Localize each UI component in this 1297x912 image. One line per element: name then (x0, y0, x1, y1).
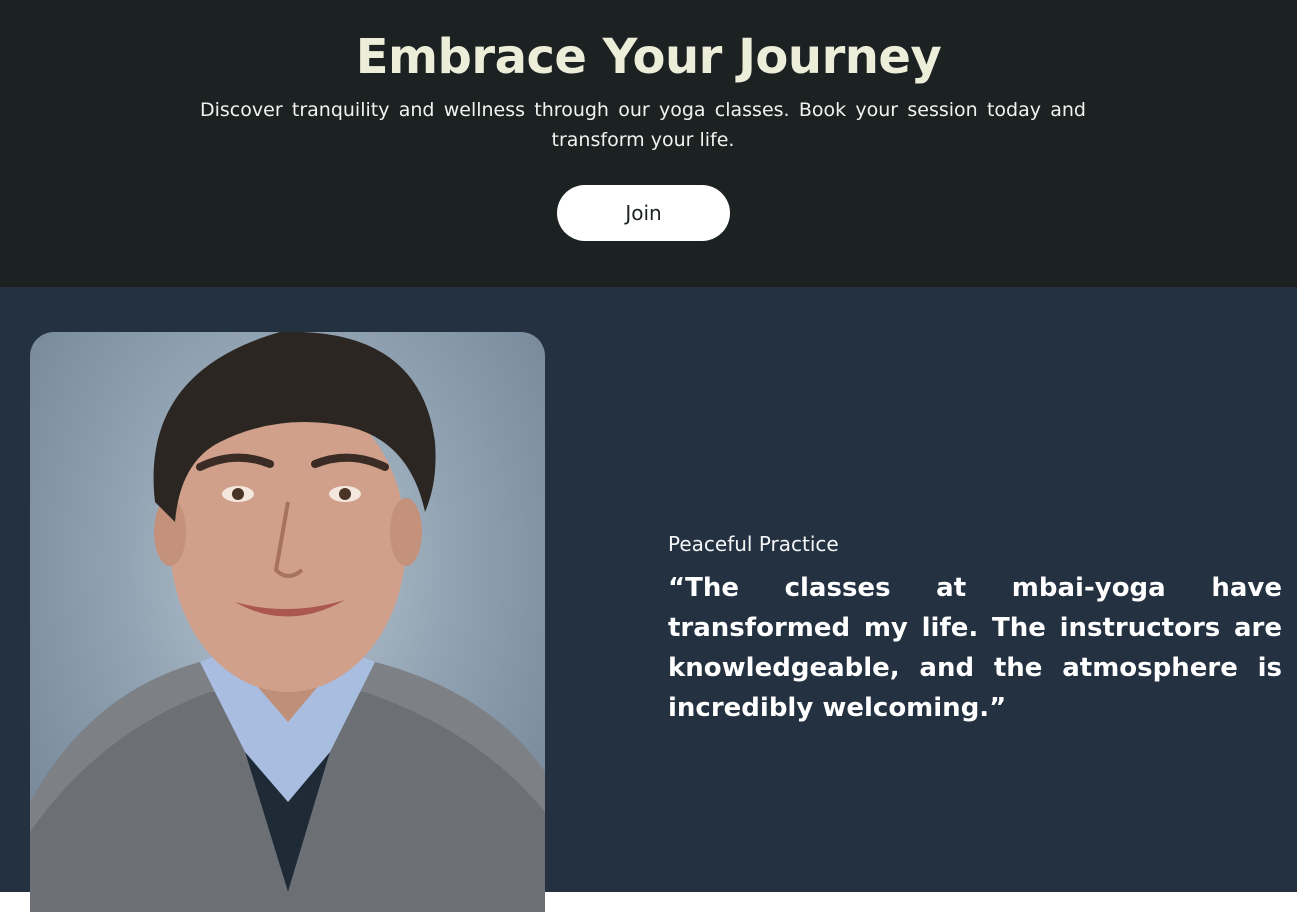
hero-title: Embrace Your Journey (355, 29, 942, 85)
join-button[interactable]: Join (557, 185, 730, 241)
testimonial-section: Peaceful Practice “The classes at mbai-y… (0, 287, 1297, 912)
person-portrait-icon (30, 332, 545, 912)
testimonial-photo (30, 332, 545, 912)
testimonial-label: Peaceful Practice (668, 532, 839, 556)
hero-section: Embrace Your Journey Discover tranquilit… (0, 0, 1297, 287)
testimonial-quote-block: Peaceful Practice “The classes at mbai-y… (668, 530, 1282, 728)
hero-subtitle: Discover tranquility and wellness throug… (200, 99, 1086, 151)
testimonial-quote: “The classes at mbai-yoga have transform… (668, 573, 1282, 723)
